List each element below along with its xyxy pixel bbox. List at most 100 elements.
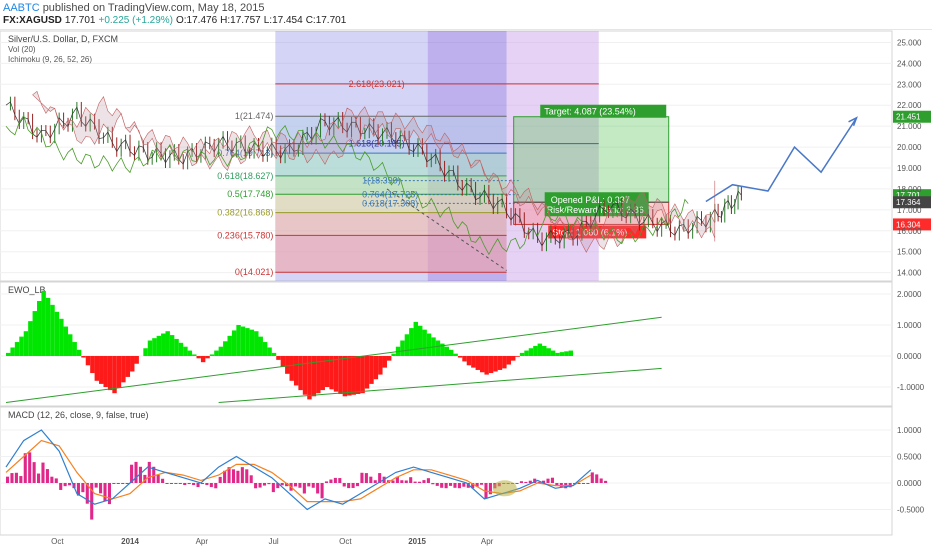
- macd-histogram-bar: [400, 480, 404, 483]
- ewo-bar: [559, 352, 565, 356]
- indicator-legend: Ichimoku (9, 26, 52, 26): [8, 55, 92, 64]
- ewo-bar: [426, 333, 432, 356]
- macd-histogram-bar: [209, 483, 213, 488]
- price-axis-tick: 23.000: [897, 80, 922, 89]
- price-axis-tick: 16.000: [897, 227, 922, 236]
- ewo-bar: [413, 321, 418, 356]
- macd-histogram-bar: [249, 475, 253, 483]
- x-axis-tick: Apr: [196, 537, 209, 546]
- ewo-axis-tick: 1.0000: [897, 321, 922, 330]
- change-value: +0.225 (+1.29%): [98, 15, 174, 26]
- macd-histogram-bar: [28, 452, 32, 483]
- ewo-bar: [519, 352, 525, 356]
- chart-area[interactable]: 0(14.021) 0.236(15.780) 0.382(16.868) 0.5(1…: [0, 30, 932, 550]
- macd-histogram-bar: [54, 478, 58, 483]
- ewo-bar: [143, 348, 148, 356]
- macd-histogram-bar: [590, 472, 594, 483]
- macd-histogram-bar: [94, 483, 98, 488]
- fib-level-label: 0.236(15.780): [217, 230, 273, 240]
- ewo-bar: [249, 329, 255, 356]
- x-axis-tick: 2015: [408, 537, 426, 546]
- ewo-bar: [147, 340, 153, 356]
- macd-histogram-bar: [586, 483, 590, 484]
- macd-histogram-bar: [333, 477, 337, 483]
- macd-histogram-bar: [373, 480, 377, 483]
- ewo-bar: [360, 356, 365, 394]
- ewo-bar: [161, 333, 166, 356]
- symbol-label: FX:XAGUSD: [3, 15, 62, 26]
- macd-histogram-bar: [103, 483, 107, 502]
- macd-histogram-bar: [320, 483, 324, 499]
- macd-histogram-bar: [342, 483, 346, 487]
- price-axis-tick: 21.000: [897, 122, 922, 131]
- ewo-bar: [506, 356, 512, 365]
- ewo-bar: [391, 353, 396, 356]
- price-axis-tick: 14.000: [897, 269, 922, 278]
- ewo-bar: [524, 350, 529, 356]
- ewo-bar: [205, 356, 210, 359]
- fib-level-label: 2.618(23.021): [349, 79, 405, 89]
- ewo-bar: [355, 356, 361, 394]
- macd-histogram-bar: [236, 470, 240, 483]
- ewo-bar: [347, 356, 352, 396]
- ewo-bar: [103, 356, 108, 387]
- ewo-bar: [400, 340, 405, 356]
- ewo-bar: [280, 356, 286, 367]
- ewo-bar: [533, 345, 538, 356]
- ewo-bar: [302, 356, 308, 395]
- price-axis-tick: 15.000: [897, 248, 922, 257]
- ewo-bar: [276, 356, 281, 360]
- macd-axis-tick: 1.0000: [897, 426, 922, 435]
- price-title: Silver/U.S. Dollar, D, FXCM: [8, 34, 118, 44]
- fib-level-label: 0.382(16.868): [217, 208, 273, 218]
- ewo-bar: [63, 326, 69, 356]
- macd-histogram-bar: [112, 483, 116, 484]
- ewo-bar: [90, 356, 95, 374]
- price-axis-tick: 18.000: [897, 185, 922, 194]
- ewo-bar: [59, 318, 64, 356]
- macd-histogram-bar: [524, 481, 528, 483]
- x-axis-tick: Jul: [268, 537, 278, 546]
- macd-histogram-bar: [355, 483, 360, 487]
- macd-histogram-bar: [599, 478, 603, 483]
- ewo-bar: [449, 349, 454, 356]
- macd-histogram-bar: [324, 481, 329, 483]
- macd-histogram-bar: [302, 483, 306, 494]
- macd-histogram-bar: [134, 461, 138, 483]
- publisher-link[interactable]: AABTC: [3, 2, 40, 14]
- ewo-bar: [245, 328, 250, 356]
- ewo-bar: [466, 356, 472, 366]
- publish-line: AABTC published on TradingView.com, May 1…: [3, 2, 264, 14]
- target-zone: [513, 116, 670, 203]
- ewo-bar: [546, 348, 551, 356]
- ewo-bar: [378, 356, 383, 375]
- ewo-bar: [293, 356, 299, 386]
- macd-title: MACD (12, 26, close, 9, false, true): [8, 410, 149, 420]
- macd-histogram-bar: [116, 483, 120, 484]
- ewo-bar: [404, 334, 410, 356]
- macd-histogram-bar: [218, 476, 222, 483]
- macd-histogram-bar: [364, 473, 368, 483]
- ewo-bar: [107, 356, 113, 391]
- ewo-bar: [240, 326, 246, 356]
- x-axis-tick: Oct: [51, 537, 64, 546]
- macd-histogram-bar: [316, 483, 320, 494]
- ewo-bar: [333, 356, 339, 392]
- ewo-bar: [10, 347, 15, 356]
- ewo-bar: [223, 341, 228, 356]
- ewo-bar: [6, 352, 11, 356]
- ewo-bar: [218, 346, 224, 356]
- ewo-bar: [262, 342, 268, 356]
- ewo-bar: [72, 342, 77, 356]
- macd-histogram-bar: [156, 474, 160, 483]
- ewo-bar: [112, 356, 117, 394]
- ewo-bar: [338, 356, 343, 394]
- macd-histogram-bar: [280, 483, 284, 486]
- ewo-bar: [537, 343, 543, 356]
- price-axis-tick: 19.000: [897, 164, 922, 173]
- macd-histogram-bar: [68, 483, 72, 486]
- ewo-bar: [550, 350, 556, 356]
- ewo-bar: [174, 338, 179, 356]
- macd-histogram-bar: [422, 480, 426, 483]
- macd-histogram-bar: [604, 480, 608, 483]
